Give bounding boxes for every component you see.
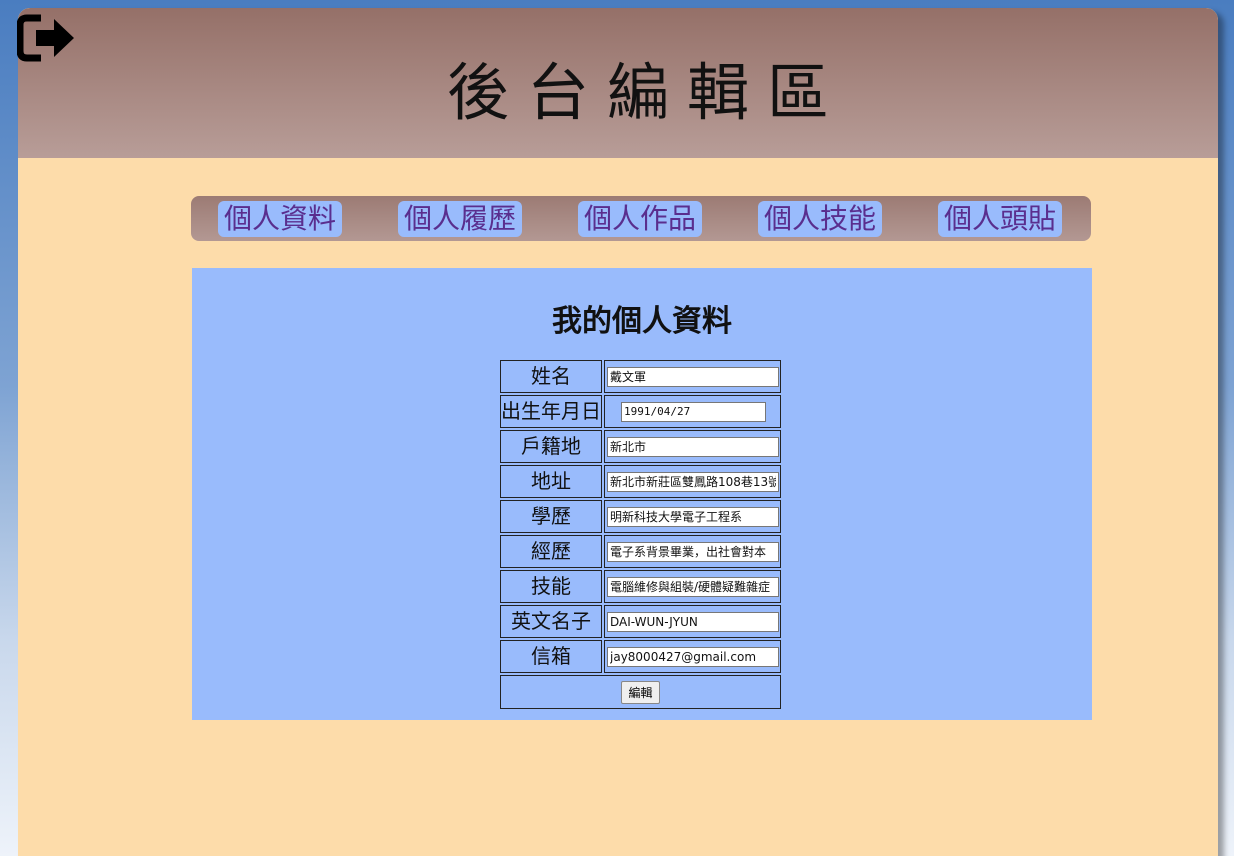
panel-title: 我的個人資料 bbox=[552, 304, 732, 339]
action-cell: 編輯 bbox=[500, 675, 781, 709]
skills-input[interactable] bbox=[607, 576, 779, 597]
education-label: 學歷 bbox=[500, 500, 602, 533]
form-row: 信箱 bbox=[500, 640, 781, 673]
header: 後台編輯區 bbox=[18, 8, 1218, 158]
english-name-input[interactable] bbox=[607, 611, 779, 632]
site-title: 後台編輯區 bbox=[446, 56, 847, 129]
form-row: 編輯 bbox=[500, 675, 781, 709]
form-row: 技能 bbox=[500, 570, 781, 603]
nav-item-works[interactable]: 個人作品 bbox=[578, 201, 703, 237]
edit-button[interactable]: 編輯 bbox=[621, 680, 660, 704]
email-input[interactable] bbox=[607, 646, 779, 667]
birthdate-input[interactable] bbox=[621, 401, 766, 422]
email-label: 信箱 bbox=[500, 640, 602, 673]
form-row: 學歷 bbox=[500, 500, 781, 533]
experience-label: 經歷 bbox=[500, 535, 602, 568]
nav-item-profile[interactable]: 個人資料 bbox=[218, 201, 343, 237]
form-row: 經歷 bbox=[500, 535, 781, 568]
english-name-label: 英文名子 bbox=[500, 605, 602, 638]
nav-item-skills[interactable]: 個人技能 bbox=[758, 201, 883, 237]
nav-item-avatar[interactable]: 個人頭貼 bbox=[938, 201, 1063, 237]
name-label: 姓名 bbox=[500, 360, 602, 393]
name-input[interactable] bbox=[607, 366, 779, 387]
form-row: 戶籍地 bbox=[500, 430, 781, 463]
skills-label: 技能 bbox=[500, 570, 602, 603]
nav-bar: 個人資料 個人履歷 個人作品 個人技能 個人頭貼 bbox=[191, 196, 1091, 241]
form-row: 姓名 bbox=[500, 360, 781, 393]
logout-icon[interactable] bbox=[16, 14, 77, 62]
hometown-input[interactable] bbox=[607, 436, 779, 457]
education-input[interactable] bbox=[607, 506, 779, 527]
form-row: 英文名子 bbox=[500, 605, 781, 638]
hometown-label: 戶籍地 bbox=[500, 430, 602, 463]
profile-panel: 我的個人資料 姓名 出生年月日 戶籍地 地址 學歷 bbox=[192, 268, 1092, 720]
profile-form-table: 姓名 出生年月日 戶籍地 地址 學歷 經歷 bbox=[498, 358, 783, 711]
birthdate-label: 出生年月日 bbox=[500, 395, 602, 428]
page-container: 後台編輯區 個人資料 個人履歷 個人作品 個人技能 個人頭貼 我的個人資料 姓名… bbox=[18, 8, 1218, 856]
form-row: 出生年月日 bbox=[500, 395, 781, 428]
experience-input[interactable] bbox=[607, 541, 779, 562]
nav-item-resume[interactable]: 個人履歷 bbox=[398, 201, 523, 237]
address-label: 地址 bbox=[500, 465, 602, 498]
form-row: 地址 bbox=[500, 465, 781, 498]
address-input[interactable] bbox=[607, 471, 779, 492]
